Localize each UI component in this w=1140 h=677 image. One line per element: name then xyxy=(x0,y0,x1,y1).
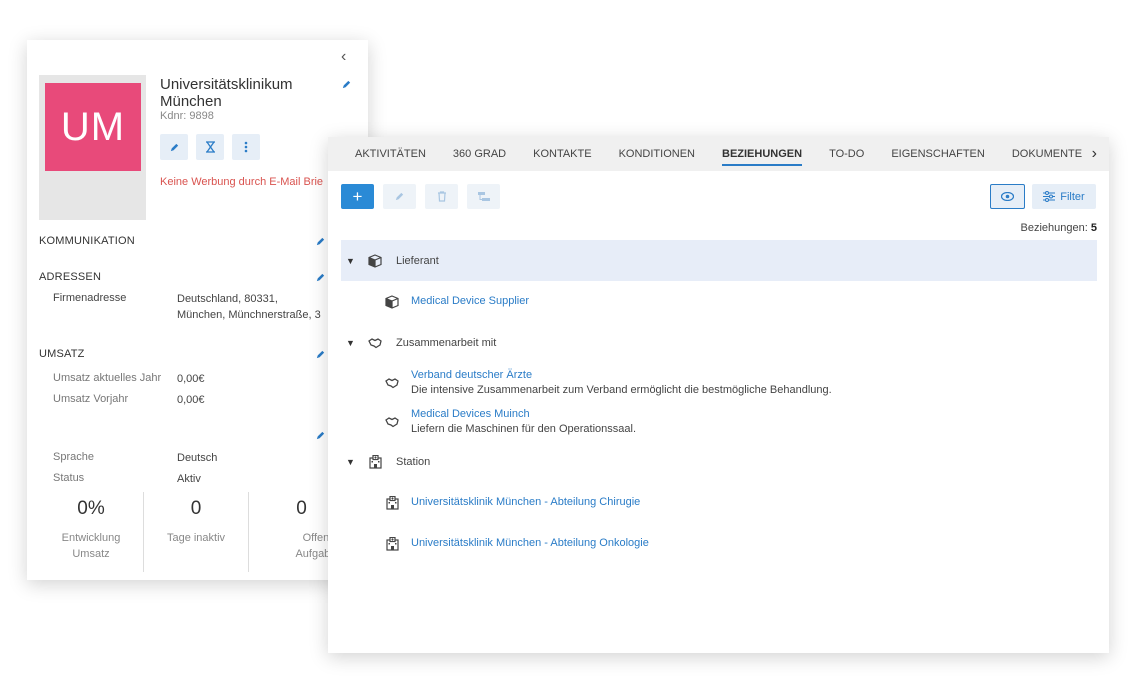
relations-tree: ▼ Lieferant Medical Device Supplier ▼ Zu… xyxy=(341,240,1097,564)
tab-documents[interactable]: DOKUMENTE xyxy=(1012,148,1082,160)
kpi-days-inactive: 0 Tage inaktiv xyxy=(144,492,249,572)
box-icon xyxy=(364,253,386,268)
list-item[interactable]: Medical Devices Muinch Liefern die Masch… xyxy=(341,402,1097,441)
language-label: Sprache xyxy=(53,451,94,463)
tab-bar: AKTIVITÄTEN 360 GRAD KONTAKTE KONDITIONE… xyxy=(328,137,1109,171)
trash-icon xyxy=(437,191,446,202)
pencil-icon xyxy=(395,192,404,201)
kpi-value: 0 xyxy=(190,498,202,519)
relation-link[interactable]: Universitätsklinik München - Abteilung O… xyxy=(411,536,649,551)
revenue-current-label: Umsatz aktuelles Jahr xyxy=(53,372,162,384)
kpi-label: Umsatz xyxy=(72,548,110,560)
address-label: Firmenadresse xyxy=(53,292,127,304)
delete-relation-button[interactable] xyxy=(425,184,458,209)
hospital-icon xyxy=(381,536,403,551)
revenue-current-value: 0,00€ xyxy=(177,373,205,385)
history-button[interactable] xyxy=(196,134,224,160)
handshake-icon xyxy=(381,416,403,428)
relation-link[interactable]: Universitätsklinik München - Abteilung C… xyxy=(411,495,640,510)
caret-down-icon[interactable]: ▼ xyxy=(346,256,364,266)
edit-addresses-icon[interactable] xyxy=(315,270,326,288)
relation-link[interactable]: Verband deutscher Ärzte xyxy=(411,368,832,383)
edit-revenue-icon[interactable] xyxy=(315,347,326,365)
dots-vertical-icon xyxy=(244,141,248,153)
relation-description: Liefern die Maschinen für den Operations… xyxy=(411,422,637,435)
relation-link[interactable]: Medical Device Supplier xyxy=(411,294,529,309)
tab-todo[interactable]: TO-DO xyxy=(829,148,864,160)
group-label: Lieferant xyxy=(396,254,439,267)
view-toggle-button[interactable] xyxy=(990,184,1025,209)
relations-count-value: 5 xyxy=(1090,222,1097,234)
edit-button[interactable] xyxy=(160,134,188,160)
filter-label: Filter xyxy=(1060,190,1085,203)
hierarchy-icon xyxy=(477,191,490,201)
collapse-chevron-icon[interactable]: ‹ xyxy=(341,48,346,66)
section-communication: KOMMUNIKATION xyxy=(39,235,135,247)
hierarchy-button[interactable] xyxy=(467,184,500,209)
customer-card: ‹ UM Universitätsklinikum München Kdnr: … xyxy=(27,40,368,580)
list-item[interactable]: Verband deutscher Ärzte Die intensive Zu… xyxy=(341,363,1097,402)
tab-360[interactable]: 360 GRAD xyxy=(453,148,506,160)
caret-down-icon[interactable]: ▼ xyxy=(346,338,364,348)
edit-relation-button[interactable] xyxy=(383,184,416,209)
status-value: Aktiv xyxy=(177,473,201,485)
section-addresses: ADRESSEN xyxy=(39,271,102,283)
relation-description: Die intensive Zusammenarbeit zum Verband… xyxy=(411,383,832,396)
tab-properties[interactable]: EIGENSCHAFTEN xyxy=(891,148,985,160)
relations-panel: AKTIVITÄTEN 360 GRAD KONTAKTE KONDITIONE… xyxy=(328,137,1109,653)
avatar-frame: UM xyxy=(39,75,146,220)
pencil-icon xyxy=(170,143,178,151)
relations-count: Beziehungen: 5 xyxy=(1021,222,1097,234)
revenue-prev-value: 0,00€ xyxy=(177,394,205,406)
filter-button[interactable]: Filter xyxy=(1032,184,1096,209)
tab-contacts[interactable]: KONTAKTE xyxy=(533,148,591,160)
caret-down-icon[interactable]: ▼ xyxy=(346,457,364,467)
box-icon xyxy=(381,294,403,309)
hourglass-icon xyxy=(205,141,215,153)
kpi-value: 0% xyxy=(77,498,105,519)
kpi-label: Entwicklung xyxy=(61,532,121,544)
list-item[interactable]: Medical Device Supplier xyxy=(341,281,1097,322)
eye-icon xyxy=(1001,192,1014,201)
no-email-warning: Keine Werbung durch E-Mail Brie xyxy=(160,176,324,188)
list-item[interactable]: Universitätsklinik München - Abteilung O… xyxy=(341,523,1097,564)
hospital-icon xyxy=(364,454,386,469)
group-station[interactable]: ▼ Station xyxy=(341,441,1097,482)
more-options-button[interactable] xyxy=(232,134,260,160)
tab-conditions[interactable]: KONDITIONEN xyxy=(619,148,695,160)
group-label: Station xyxy=(396,455,431,468)
handshake-icon xyxy=(381,377,403,389)
group-supplier[interactable]: ▼ Lieferant xyxy=(341,240,1097,281)
customer-actions xyxy=(160,134,260,160)
add-relation-button[interactable]: + xyxy=(341,184,374,209)
screen: ‹ UM Universitätsklinikum München Kdnr: … xyxy=(0,0,1140,677)
kpi-strip: 0% Entwicklung Umsatz 0 Tage inaktiv 0 Of… xyxy=(39,492,368,572)
kpi-label: Tage inaktiv xyxy=(166,532,226,544)
avatar: UM xyxy=(45,83,141,171)
customer-name: Universitätsklinikum München xyxy=(160,76,293,110)
group-label: Zusammenarbeit mit xyxy=(396,336,497,349)
address-line-1: Deutschland, 80331, xyxy=(177,293,278,305)
edit-communication-icon[interactable] xyxy=(315,234,326,252)
section-revenue: UMSATZ xyxy=(39,348,85,360)
edit-customer-icon[interactable] xyxy=(341,77,352,95)
sliders-icon xyxy=(1043,191,1056,202)
status-label: Status xyxy=(53,472,85,484)
customer-number: Kdnr: 9898 xyxy=(160,110,214,122)
tab-activities[interactable]: AKTIVITÄTEN xyxy=(355,148,426,160)
group-cooperation[interactable]: ▼ Zusammenarbeit mit xyxy=(341,322,1097,363)
tab-relations[interactable]: BEZIEHUNGEN xyxy=(722,148,803,166)
kpi-revenue-development: 0% Entwicklung Umsatz xyxy=(39,492,144,572)
relations-toolbar: + xyxy=(341,184,500,209)
list-item[interactable]: Universitätsklinik München - Abteilung C… xyxy=(341,482,1097,523)
relation-link[interactable]: Medical Devices Muinch xyxy=(411,407,636,422)
revenue-prev-label: Umsatz Vorjahr xyxy=(53,393,129,405)
address-line-2: München, Münchnerstraße, 3 xyxy=(177,309,321,321)
chevron-right-icon[interactable]: › xyxy=(1092,145,1097,163)
handshake-icon xyxy=(364,337,386,349)
language-value: Deutsch xyxy=(177,452,218,464)
relations-count-label: Beziehungen: xyxy=(1020,222,1088,234)
hospital-icon xyxy=(381,495,403,510)
edit-details-icon[interactable] xyxy=(315,428,326,446)
